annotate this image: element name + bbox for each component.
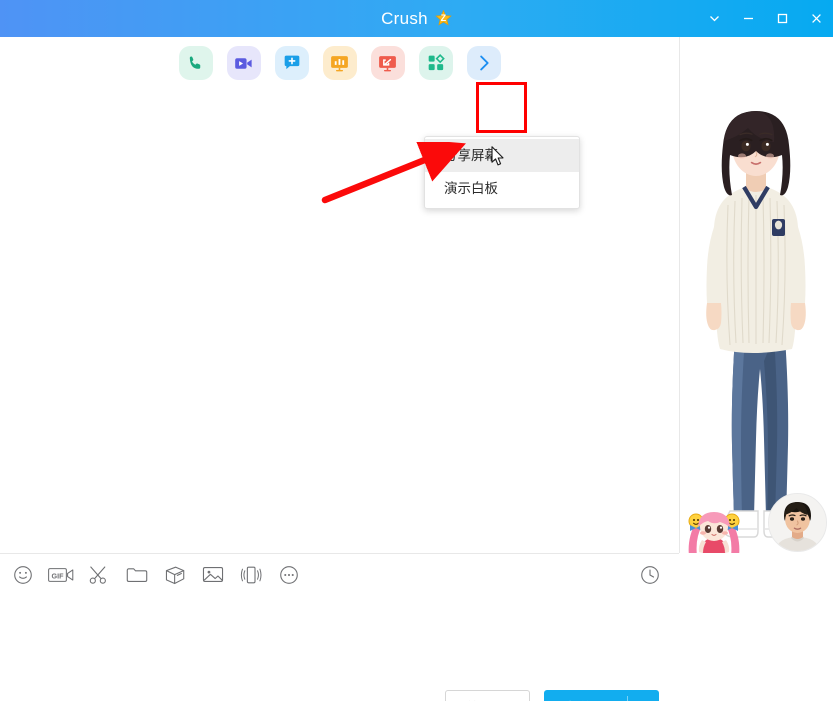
- input-toolbar: GIF: [0, 554, 679, 595]
- title-wrap: Crush Z: [381, 9, 452, 29]
- chat-column: 分享屏幕 演示白板: [0, 37, 679, 701]
- input-toolbar-left: GIF: [4, 554, 308, 595]
- shake-window-icon[interactable]: [232, 554, 270, 595]
- video-camera-icon: [233, 53, 254, 74]
- star-badge-letter: Z: [441, 14, 447, 23]
- mouse-cursor-icon: [491, 146, 505, 167]
- apps-grid-button[interactable]: [419, 46, 453, 80]
- star-badge-icon: Z: [435, 10, 452, 27]
- share-screen-highlight-box: [476, 82, 527, 133]
- page-title: Crush: [381, 9, 428, 29]
- share-screen-icon: [329, 53, 350, 74]
- remote-control-icon: [377, 53, 398, 74]
- call-toolbar: [0, 46, 679, 80]
- phone-call-button[interactable]: [179, 46, 213, 80]
- screenshot-scissors-icon[interactable]: [80, 554, 118, 595]
- remote-control-button[interactable]: [371, 46, 405, 80]
- window-control-close-icon[interactable]: [799, 0, 833, 37]
- send-button-label-pre: 发送(: [564, 697, 594, 701]
- folder-icon[interactable]: [118, 554, 156, 595]
- chibi-pink-hair-pet[interactable]: [683, 500, 745, 553]
- video-call-button[interactable]: [227, 46, 261, 80]
- phone-call-icon: [186, 54, 205, 73]
- apps-grid-icon: [426, 53, 446, 73]
- file-transfer-icon[interactable]: [156, 554, 194, 595]
- window-controls: [697, 0, 833, 37]
- title-bar: Crush Z: [0, 0, 833, 37]
- send-button[interactable]: 发送(S): [544, 690, 627, 701]
- send-options-chevron-down-icon[interactable]: [628, 690, 659, 701]
- window-control-maximize-icon[interactable]: [765, 0, 799, 37]
- image-icon[interactable]: [194, 554, 232, 595]
- more-call-options-button[interactable]: [467, 46, 501, 80]
- anime-female-avatar: [680, 97, 833, 553]
- message-compose-area[interactable]: [0, 595, 679, 674]
- close-button-label-pre: 关闭(: [465, 697, 495, 701]
- chevron-right-icon: [474, 53, 494, 73]
- emoji-icon[interactable]: [4, 554, 42, 595]
- more-options-icon[interactable]: [270, 554, 308, 595]
- share-screen-button[interactable]: [323, 46, 357, 80]
- window-control-chevron-down-icon[interactable]: [697, 0, 731, 37]
- close-button[interactable]: 关闭(C): [445, 690, 530, 701]
- avatar-panel: [680, 37, 833, 553]
- add-chat-icon: [282, 53, 302, 73]
- chat-window: Crush Z: [0, 0, 833, 701]
- chat-history-icon[interactable]: [631, 554, 669, 595]
- input-toolbar-right: [631, 554, 669, 595]
- svg-text:GIF: GIF: [52, 571, 65, 580]
- footer-button-row: 关闭(C) 发送(S): [0, 674, 679, 701]
- add-chat-button[interactable]: [275, 46, 309, 80]
- window-body: 分享屏幕 演示白板: [0, 37, 833, 701]
- menu-item-present-whiteboard[interactable]: 演示白板: [425, 172, 579, 205]
- send-button-group: 发送(S): [544, 690, 659, 701]
- window-control-minimize-icon[interactable]: [731, 0, 765, 37]
- gif-icon[interactable]: GIF: [42, 554, 80, 595]
- male-portrait-avatar[interactable]: [768, 493, 827, 552]
